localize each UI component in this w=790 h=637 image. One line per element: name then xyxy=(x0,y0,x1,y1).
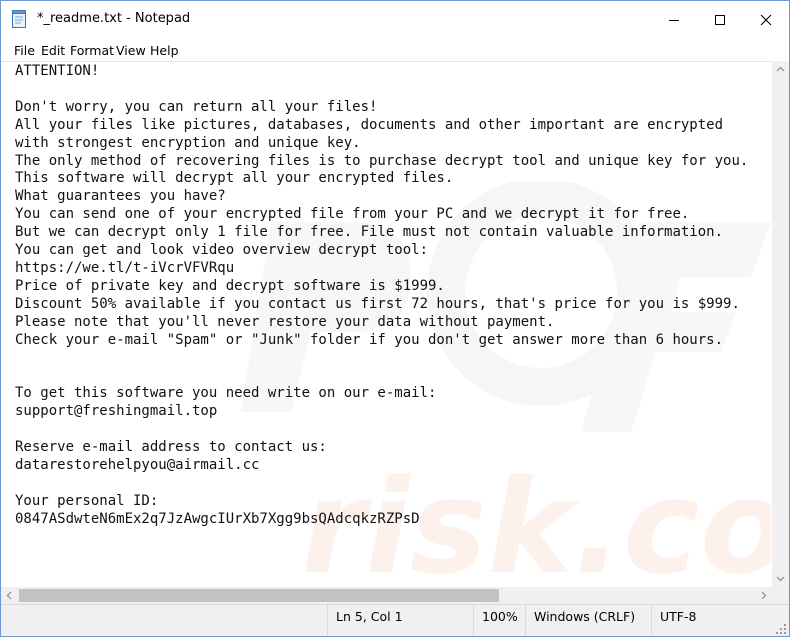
notepad-icon xyxy=(12,10,26,28)
window-title: *_readme.txt - Notepad xyxy=(37,11,191,26)
notepad-window: *_readme.txt - Notepad File Edit Format … xyxy=(0,0,790,637)
minimize-button[interactable] xyxy=(651,1,697,39)
horizontal-scrollbar[interactable] xyxy=(1,587,772,604)
text-line: Check your e-mail "Spam" or "Junk" folde… xyxy=(15,331,724,348)
menu-format[interactable]: Format xyxy=(70,43,114,58)
zoom-level: 100% xyxy=(473,605,526,636)
minimize-icon xyxy=(669,20,679,21)
menu-view[interactable]: View xyxy=(116,43,146,58)
text-line: You can get and look video overview decr… xyxy=(15,242,429,259)
title-bar[interactable]: *_readme.txt - Notepad xyxy=(1,1,789,39)
document-text: ATTENTION! Don't worry, you can return a… xyxy=(15,63,748,529)
status-bar: Ln 5, Col 1 100% Windows (CRLF) UTF-8 xyxy=(1,604,789,636)
text-line: Discount 50% available if you contact us… xyxy=(15,295,740,312)
text-line xyxy=(15,475,748,493)
maximize-button[interactable] xyxy=(697,1,743,39)
line-ending: Windows (CRLF) xyxy=(525,605,652,636)
text-line xyxy=(15,367,748,385)
text-line xyxy=(15,421,748,439)
text-line: Price of private key and decrypt softwar… xyxy=(15,277,445,294)
text-line: You can send one of your encrypted file … xyxy=(15,206,690,223)
text-editor[interactable]: risk.com ATTENTION! Don't worry, you can… xyxy=(1,61,789,602)
text-line: The only method of recovering files is t… xyxy=(15,152,749,169)
menu-bar: File Edit Format View Help xyxy=(1,39,789,61)
close-button[interactable] xyxy=(743,1,789,39)
text-line: ATTENTION! xyxy=(15,63,100,79)
menu-edit[interactable]: Edit xyxy=(41,43,65,58)
menu-help[interactable]: Help xyxy=(150,43,179,58)
text-line: Reserve e-mail address to contact us: xyxy=(15,439,327,456)
text-line: This software will decrypt all your encr… xyxy=(15,170,454,187)
text-line: 0847ASdwteN6mEx2q7JzAwgcIUrXb7Xgg9bsQAdc… xyxy=(15,510,420,527)
scroll-left-icon[interactable] xyxy=(1,587,18,604)
maximize-icon xyxy=(715,15,725,25)
horizontal-scroll-thumb[interactable] xyxy=(19,589,499,602)
text-line: https://we.tl/t-iVcrVFVRqu xyxy=(15,259,235,276)
scroll-down-icon[interactable] xyxy=(772,570,789,587)
scroll-right-icon[interactable] xyxy=(755,587,772,604)
text-line xyxy=(15,81,748,99)
text-line: datarestorehelpyou@airmail.cc xyxy=(15,456,260,473)
scrollbar-corner xyxy=(772,587,789,604)
close-icon xyxy=(760,14,772,26)
text-line: What guarantees you have? xyxy=(15,188,226,205)
cursor-position: Ln 5, Col 1 xyxy=(327,605,474,636)
text-line: Please note that you'll never restore yo… xyxy=(15,313,555,330)
vertical-scrollbar[interactable] xyxy=(772,61,789,587)
text-line: All your files like pictures, databases,… xyxy=(15,116,724,133)
text-line: support@freshingmail.top xyxy=(15,403,218,420)
resize-grip-icon[interactable] xyxy=(776,624,786,634)
text-line: To get this software you need write on o… xyxy=(15,385,437,402)
text-line: But we can decrypt only 1 file for free.… xyxy=(15,224,724,241)
encoding: UTF-8 xyxy=(651,605,780,636)
scroll-up-icon[interactable] xyxy=(772,61,789,78)
text-line: Your personal ID: xyxy=(15,492,159,509)
text-line: with strongest encryption and unique key… xyxy=(15,134,361,151)
text-line: Don't worry, you can return all your fil… xyxy=(15,98,378,115)
menu-file[interactable]: File xyxy=(14,43,35,58)
text-line xyxy=(15,350,748,368)
